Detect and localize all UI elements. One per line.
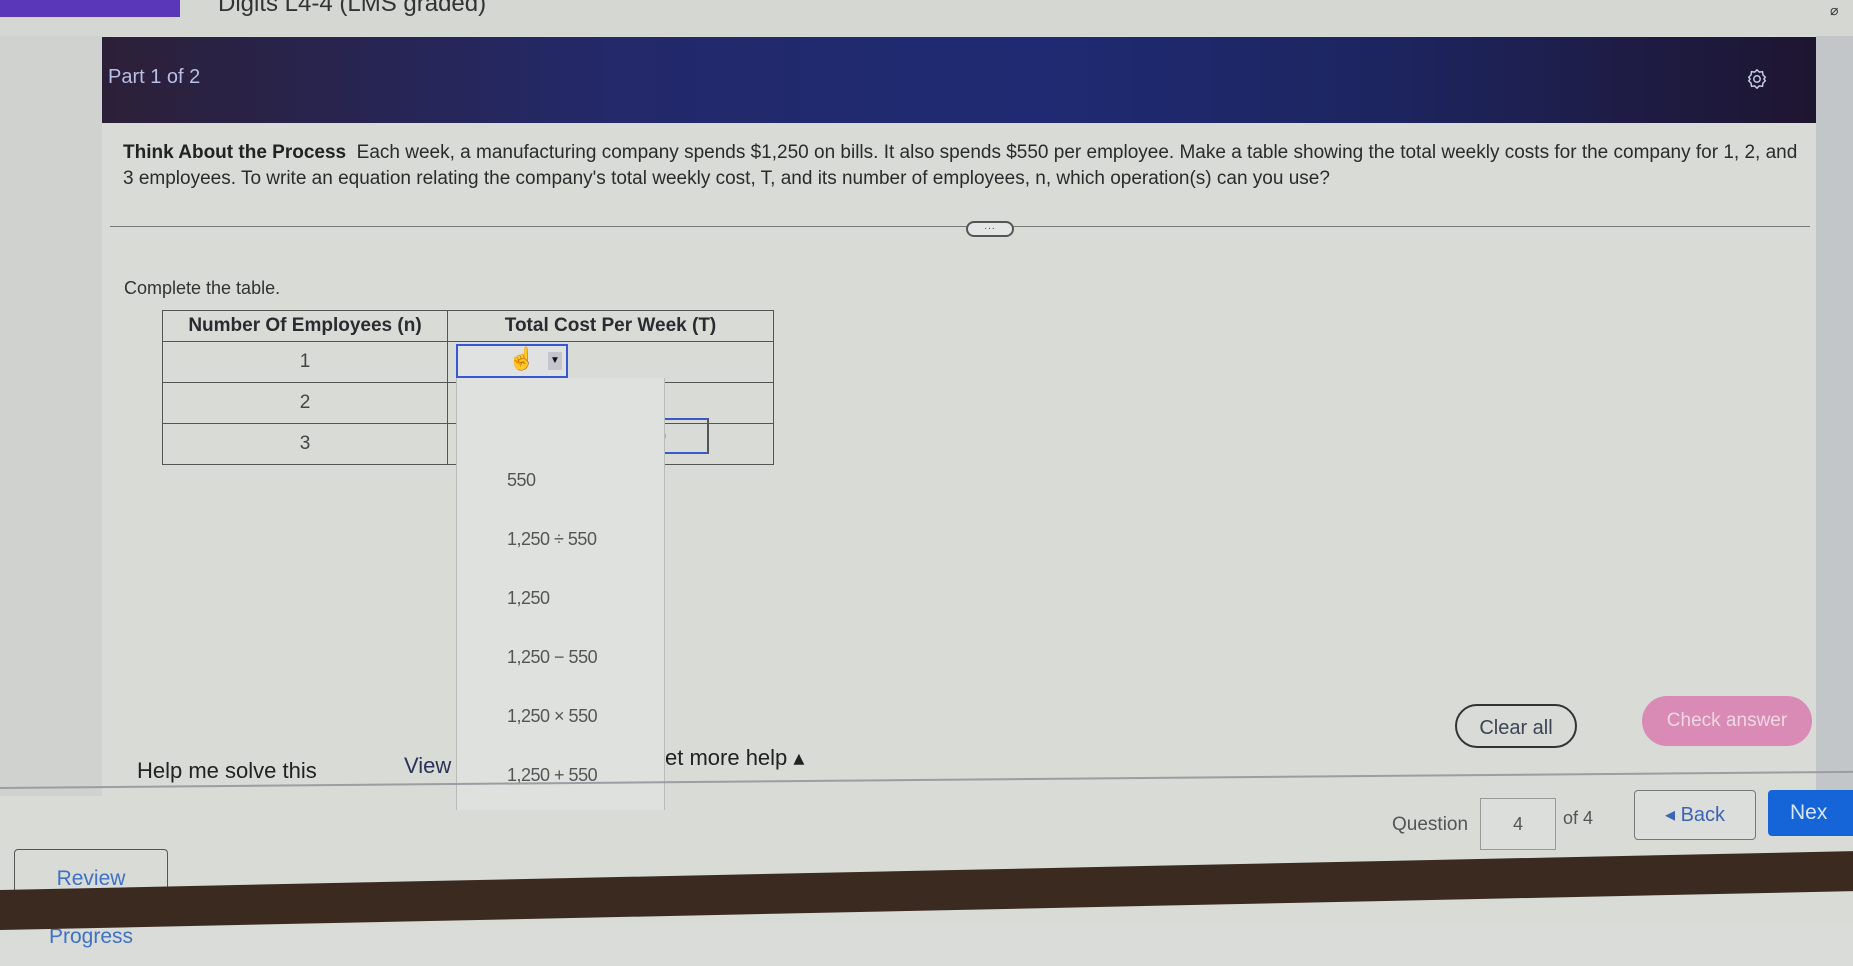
header-total-cost: Total Cost Per Week (T) xyxy=(447,310,774,342)
question-number-input[interactable]: 4 xyxy=(1480,798,1556,850)
dropdown-option[interactable]: 550 xyxy=(507,470,536,491)
assignment-title: Digits L4-4 (LMS graded) xyxy=(218,0,487,17)
question-label: Question xyxy=(1392,814,1469,835)
view-example-link[interactable]: View xyxy=(404,753,451,779)
next-button[interactable]: Nex xyxy=(1768,790,1853,836)
dropdown-option[interactable]: 1,250 xyxy=(507,588,550,609)
employees-cell: 1 xyxy=(162,341,448,383)
table-header-row: Number Of Employees (n) Total Cost Per W… xyxy=(162,310,774,342)
get-more-help-link[interactable]: et more help ▴ xyxy=(665,745,804,771)
hand-cursor-icon: ☝ xyxy=(508,346,536,371)
left-gutter xyxy=(0,36,102,796)
question-header-bar xyxy=(102,37,1816,123)
help-me-solve-link[interactable]: Help me solve this xyxy=(137,758,317,784)
clear-all-button[interactable]: Clear all xyxy=(1455,704,1577,748)
dropdown-arrow-icon[interactable]: ▼ xyxy=(548,352,562,370)
right-gutter xyxy=(1816,36,1853,796)
question-total: of 4 xyxy=(1563,808,1594,828)
header-employees: Number Of Employees (n) xyxy=(162,310,448,342)
expand-more-button[interactable]: ... xyxy=(966,221,1014,237)
dropdown-option[interactable]: 1,250 − 550 xyxy=(507,647,598,668)
dropdown-option[interactable]: 1,250 ÷ 550 xyxy=(507,529,597,550)
app-tab[interactable] xyxy=(0,0,180,17)
instructions: Complete the table. xyxy=(124,278,281,298)
employees-cell: 3 xyxy=(162,423,448,465)
question-prompt: Think About the Process Each week, a man… xyxy=(123,140,1803,192)
check-answer-button[interactable]: Check answer xyxy=(1642,696,1812,746)
dropdown-option[interactable]: 1,250 × 550 xyxy=(507,706,598,727)
clip-icon: ⌀ xyxy=(1830,2,1839,18)
prompt-heading: Think About the Process xyxy=(123,142,347,163)
dropdown-menu: 550 1,250 ÷ 550 1,250 1,250 − 550 1,250 … xyxy=(456,378,665,810)
gear-icon[interactable] xyxy=(1746,68,1768,90)
prompt-text: Each week, a manufacturing company spend… xyxy=(123,142,1798,189)
employees-cell: 2 xyxy=(162,382,448,424)
back-button[interactable]: ◂ Back xyxy=(1634,790,1756,840)
part-label: Part 1 of 2 xyxy=(108,66,201,88)
section-divider xyxy=(110,226,1810,227)
answer-input-row3[interactable]: ) xyxy=(661,418,709,454)
